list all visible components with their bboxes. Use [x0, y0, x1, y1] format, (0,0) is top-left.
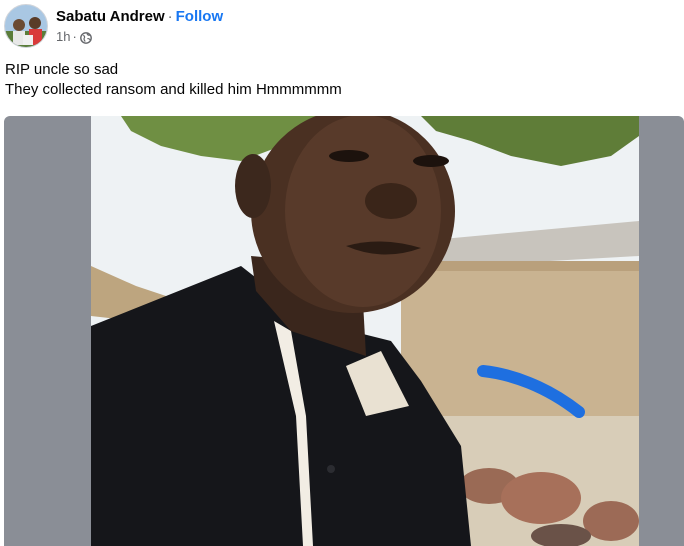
name-separator: · [167, 8, 173, 25]
post-header: Sabatu Andrew · Follow 1h · [4, 4, 223, 48]
follow-button[interactable]: Follow [176, 8, 224, 25]
avatar-image [5, 5, 47, 47]
post-photo[interactable] [91, 116, 639, 546]
post-timestamp[interactable]: 1h [56, 28, 70, 46]
photo-frame[interactable] [4, 116, 684, 546]
globe-icon[interactable] [79, 31, 92, 44]
author-name[interactable]: Sabatu Andrew [56, 8, 165, 25]
post-text-line: They collected ransom and killed him Hmm… [5, 81, 342, 98]
name-row: Sabatu Andrew · Follow [56, 7, 223, 27]
time-separator: · [72, 29, 77, 44]
post-text-line: RIP uncle so sad [5, 61, 119, 78]
time-row: 1h · [56, 28, 223, 46]
photo-image [91, 116, 639, 546]
post-meta: Sabatu Andrew · Follow 1h · [56, 7, 223, 46]
post-text: RIP uncle so sad They collected ransom a… [5, 60, 342, 100]
facebook-post: Sabatu Andrew · Follow 1h · RIP uncle so s… [0, 0, 684, 546]
author-avatar[interactable] [4, 4, 48, 48]
